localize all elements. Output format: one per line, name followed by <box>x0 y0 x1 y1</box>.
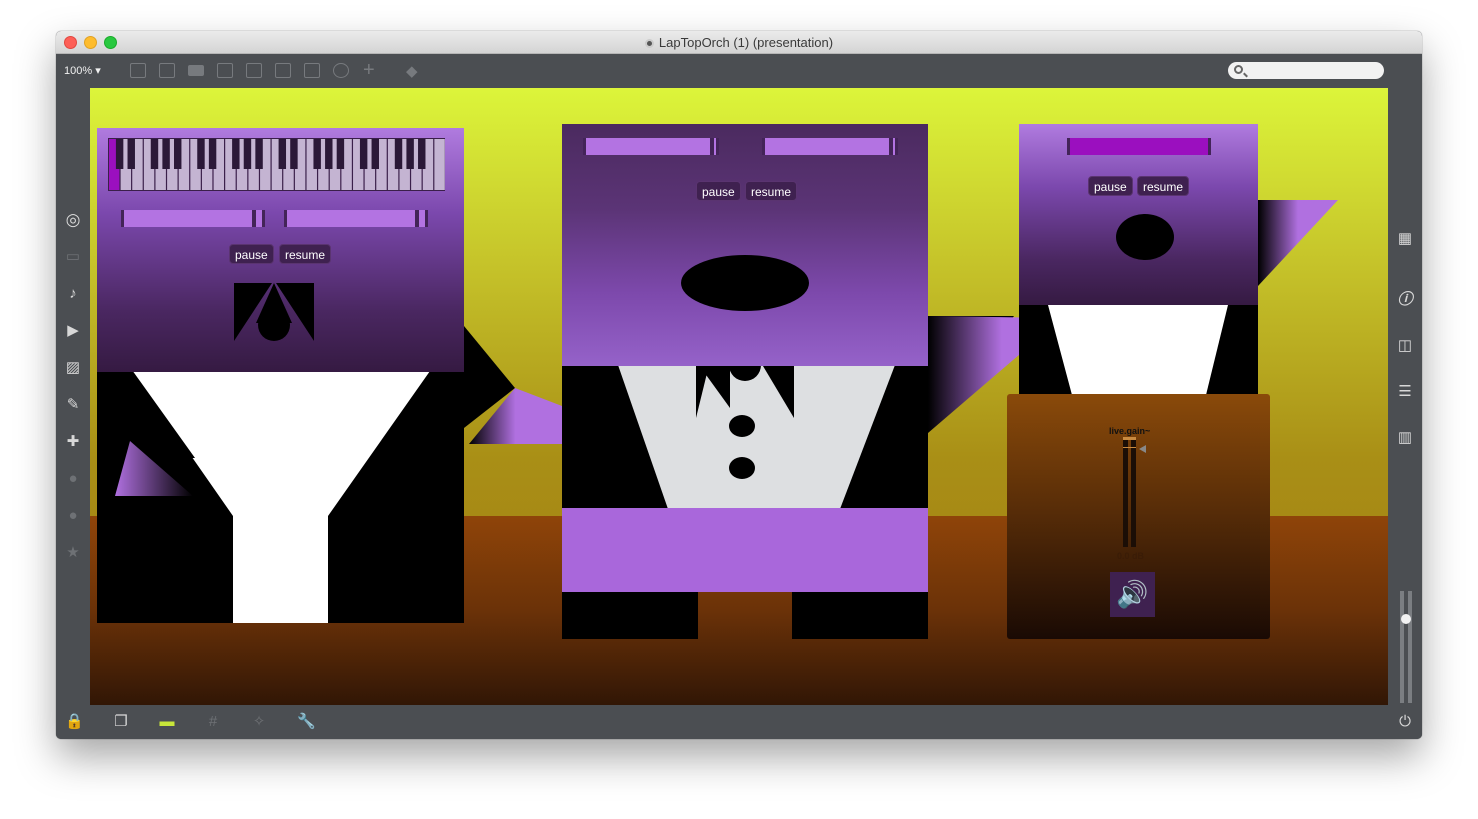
media-icon[interactable]: ▶ <box>65 323 81 339</box>
right-panel: pause resume <box>1019 124 1258 305</box>
wrench-icon[interactable]: 🔧 <box>297 714 316 730</box>
columns-icon[interactable]: ◫ <box>1397 338 1413 354</box>
zoom-menu[interactable]: 100% ▾ <box>64 64 101 77</box>
speaker-icon[interactable]: 🔊 <box>1110 572 1155 617</box>
right-resume-button[interactable]: resume <box>1137 176 1190 196</box>
plugin-icon[interactable]: ✚ <box>65 434 81 450</box>
gain-panel: live.gain~ 0.0 dB 🔊 <box>1007 394 1270 639</box>
gain-meter[interactable] <box>1122 437 1152 549</box>
slider-icon[interactable] <box>304 63 320 78</box>
presentation-icon[interactable]: ▬ <box>159 714 175 730</box>
toggle-strip-icon[interactable]: ▭ <box>65 249 81 265</box>
add-icon[interactable]: + <box>363 59 375 82</box>
list-icon[interactable]: ☰ <box>1397 384 1413 400</box>
object-browser-icon[interactable]: ◎ <box>65 211 81 228</box>
right-pause-button[interactable]: pause <box>1088 176 1133 196</box>
master-volume-slider[interactable] <box>1398 591 1414 703</box>
toggle-icon[interactable] <box>217 63 233 78</box>
button-icon[interactable] <box>246 63 262 78</box>
top-toolbar: 100% ▾ + ◆ <box>56 54 1422 88</box>
right-face <box>1116 214 1174 260</box>
title-bar: LapTopOrch (1) (presentation) <box>56 31 1422 54</box>
grid-icon[interactable]: # <box>205 714 221 730</box>
paperclip-icon[interactable]: ✎ <box>65 397 81 413</box>
right-sidebar: ▦ ⓘ ◫ ☰ ▥ <box>1388 88 1422 705</box>
vimeo-icon[interactable]: ● <box>65 471 81 487</box>
snap-icon[interactable]: ✧ <box>251 714 267 730</box>
power-icon[interactable]: ⏻ <box>1397 714 1413 730</box>
star-icon[interactable]: ★ <box>65 545 81 561</box>
message-icon[interactable] <box>159 63 175 78</box>
zoom-value: 100% <box>64 65 93 77</box>
right-slider[interactable] <box>1067 138 1211 155</box>
window-title: LapTopOrch (1) (presentation) <box>658 35 834 50</box>
presentation-canvas: pause resume pause resume pause resume l… <box>90 88 1388 705</box>
paint-icon[interactable]: ◆ <box>406 62 418 80</box>
window-title-area: LapTopOrch (1) (presentation) <box>56 35 1422 50</box>
lock-icon[interactable]: 🔒 <box>65 714 84 730</box>
book-icon[interactable]: ▥ <box>1397 430 1413 446</box>
image-icon[interactable]: ▨ <box>65 360 81 376</box>
bang-icon[interactable] <box>275 63 291 78</box>
search-icon <box>1234 65 1243 74</box>
keyboard-icon[interactable]: ▦ <box>1397 231 1413 247</box>
gain-object-name: live.gain~ <box>1109 426 1151 436</box>
info-icon[interactable]: ⓘ <box>1397 292 1413 308</box>
new-object-icon[interactable] <box>130 63 146 78</box>
comment-icon[interactable] <box>188 65 204 76</box>
document-icon <box>644 39 654 48</box>
left-sidebar: ◎ ▭ ♪ ▶ ▨ ✎ ✚ ● ● ★ <box>56 88 90 705</box>
music-note-icon[interactable]: ♪ <box>65 286 81 302</box>
dial-icon[interactable] <box>333 63 349 78</box>
app-window: LapTopOrch (1) (presentation) 100% ▾ + ◆… <box>56 31 1422 739</box>
search-field[interactable] <box>1228 62 1384 79</box>
bandcamp-icon[interactable]: ● <box>65 508 81 524</box>
gain-value: 0.0 dB <box>1117 551 1145 561</box>
bottom-toolbar: 🔒 ❐ ▬ # ✧ 🔧 ⏻ <box>56 705 1422 739</box>
windows-icon[interactable]: ❐ <box>113 714 129 730</box>
